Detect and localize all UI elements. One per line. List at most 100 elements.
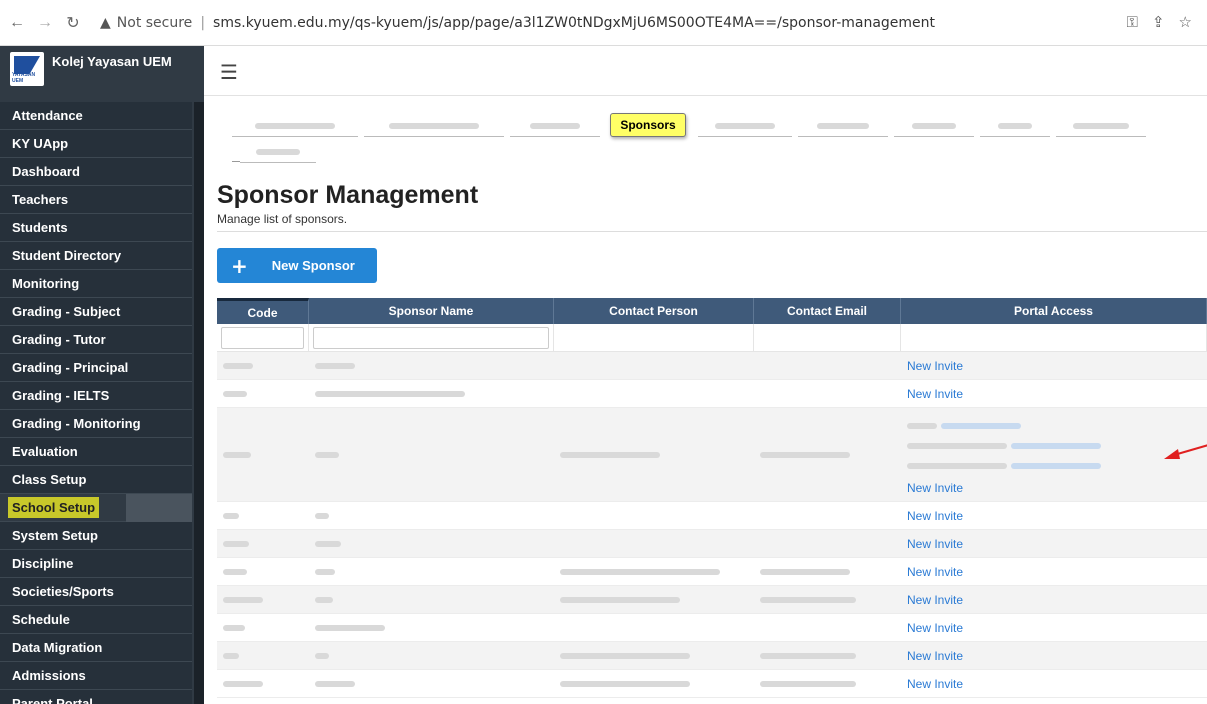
sidebar-item-label: Monitoring: [12, 276, 80, 291]
star-icon[interactable]: ☆: [1179, 13, 1192, 31]
tab-blurred[interactable]: [364, 115, 504, 137]
sidebar-item-societies-sports[interactable]: Societies/Sports: [0, 578, 192, 606]
sidebar-item-grading-principal[interactable]: Grading - Principal: [0, 354, 192, 382]
brand-name: Kolej Yayasan UEM: [52, 54, 172, 69]
sidebar-item-evaluation[interactable]: Evaluation: [0, 438, 192, 466]
table-cell: [554, 530, 754, 557]
table-cell: [217, 614, 309, 641]
table-cell: [554, 408, 754, 501]
new-invite-link[interactable]: New Invite: [907, 537, 963, 551]
tab-blurred[interactable]: [1056, 115, 1146, 137]
column-header-code[interactable]: Code: [217, 298, 309, 324]
page-subtitle: Manage list of sponsors.: [217, 212, 348, 226]
new-invite-link[interactable]: New Invite: [907, 621, 963, 635]
sidebar-item-grading-tutor[interactable]: Grading - Tutor: [0, 326, 192, 354]
new-invite-link[interactable]: New Invite: [907, 509, 963, 523]
key-icon[interactable]: ⚿: [1127, 13, 1138, 31]
table-cell: [309, 530, 554, 557]
back-arrow-icon[interactable]: ←: [6, 12, 28, 34]
sidebar-item-teachers[interactable]: Teachers: [0, 186, 192, 214]
sidebar-item-label: Parent Portal: [12, 696, 93, 704]
tab-blurred[interactable]: [510, 115, 600, 137]
sidebar-item-attendance[interactable]: Attendance: [0, 102, 192, 130]
tab-blurred[interactable]: [698, 115, 792, 137]
table-cell: [309, 352, 554, 379]
table-row[interactable]: New Invite: [217, 558, 1207, 586]
red-arrow-annotation: [1164, 444, 1207, 459]
sidebar-item-label: System Setup: [12, 528, 98, 543]
hamburger-menu-icon[interactable]: ☰: [220, 60, 238, 84]
sidebar-item-class-setup[interactable]: Class Setup: [0, 466, 192, 494]
tab-blurred[interactable]: [232, 115, 358, 137]
warning-icon[interactable]: ▲: [100, 15, 111, 31]
column-header-sponsor-name[interactable]: Sponsor Name: [309, 298, 554, 324]
tab-sponsors[interactable]: Sponsors: [610, 113, 686, 137]
code-filter-input[interactable]: [221, 327, 304, 349]
forward-arrow-icon[interactable]: →: [34, 12, 56, 34]
sidebar-item-dashboard[interactable]: Dashboard: [0, 158, 192, 186]
portal-access-cell: New Invite: [901, 380, 1207, 407]
sidebar-menu: Attendance KY UApp Dashboard Teachers Studen…: [0, 102, 204, 704]
sidebar-item-data-migration[interactable]: Data Migration: [0, 634, 192, 662]
sidebar-item-monitoring[interactable]: Monitoring: [0, 270, 192, 298]
table-cell: [309, 586, 554, 613]
security-label[interactable]: Not secure: [117, 15, 193, 31]
sidebar-item-schedule[interactable]: Schedule: [0, 606, 192, 634]
new-invite-link[interactable]: New Invite: [907, 593, 963, 607]
share-icon[interactable]: ⇪: [1152, 13, 1165, 31]
new-sponsor-button[interactable]: + New Sponsor: [217, 248, 377, 283]
table-row[interactable]: New Invite: [217, 408, 1207, 502]
table-row[interactable]: New Invite: [217, 380, 1207, 408]
table-row[interactable]: New Invite: [217, 530, 1207, 558]
sidebar-item-parent-portal[interactable]: Parent Portal: [0, 690, 192, 704]
sidebar-item-label: School Setup: [8, 497, 100, 518]
table-row[interactable]: New Invite: [217, 502, 1207, 530]
sidebar-item-grading-ielts[interactable]: Grading - IELTS: [0, 382, 192, 410]
sidebar-item-ky-uapp[interactable]: KY UApp: [0, 130, 192, 158]
sidebar-item-label: Students: [12, 220, 68, 235]
tab-blurred[interactable]: [980, 115, 1050, 137]
tab-blurred[interactable]: [798, 115, 888, 137]
table-cell: [309, 642, 554, 669]
new-invite-link[interactable]: New Invite: [907, 565, 963, 579]
sidebar-scrollbar[interactable]: [194, 102, 204, 704]
sidebar-item-grading-subject[interactable]: Grading - Subject: [0, 298, 192, 326]
new-sponsor-label: New Sponsor: [271, 258, 355, 273]
table-row[interactable]: New Invite: [217, 670, 1207, 698]
sidebar-item-label: Data Migration: [12, 640, 103, 655]
tab-blurred[interactable]: [240, 141, 316, 163]
portal-access-cell: New Invite: [901, 586, 1207, 613]
sidebar-item-grading-monitoring[interactable]: Grading - Monitoring: [0, 410, 192, 438]
main-content: Sponsors Sponsor Management Manage list …: [204, 97, 1207, 704]
sidebar: YAYASAN UEM Kolej Yayasan UEM Attendance…: [0, 46, 204, 704]
table-row[interactable]: New Invite: [217, 614, 1207, 642]
new-invite-link[interactable]: New Invite: [907, 387, 963, 401]
table-row[interactable]: New Invite: [217, 586, 1207, 614]
table-row[interactable]: New Invite: [217, 642, 1207, 670]
column-header-contact-person[interactable]: Contact Person: [554, 298, 754, 324]
sidebar-item-school-setup[interactable]: School Setup: [0, 494, 192, 522]
sidebar-item-admissions[interactable]: Admissions: [0, 662, 192, 690]
tab-blurred[interactable]: [894, 115, 974, 137]
column-header-portal-access[interactable]: Portal Access: [901, 298, 1207, 324]
sidebar-item-student-directory[interactable]: Student Directory: [0, 242, 192, 270]
table-cell: [754, 670, 901, 697]
new-invite-link[interactable]: New Invite: [907, 481, 963, 495]
sidebar-item-students[interactable]: Students: [0, 214, 192, 242]
sponsor-name-filter-input[interactable]: [313, 327, 549, 349]
address-bar[interactable]: ▲ Not secure | sms.kyuem.edu.my/qs-kyuem…: [100, 9, 1196, 37]
table-cell: [217, 642, 309, 669]
column-header-contact-email[interactable]: Contact Email: [754, 298, 901, 324]
table-row[interactable]: New Invite: [217, 352, 1207, 380]
brand[interactable]: YAYASAN UEM Kolej Yayasan UEM: [0, 46, 204, 102]
portal-access-cell: New Invite: [901, 642, 1207, 669]
table-cell: [754, 408, 901, 501]
url-text[interactable]: sms.kyuem.edu.my/qs-kyuem/js/app/page/a3…: [213, 15, 935, 31]
sidebar-item-discipline[interactable]: Discipline: [0, 550, 192, 578]
reload-icon[interactable]: ↻: [62, 12, 84, 34]
new-invite-link[interactable]: New Invite: [907, 359, 963, 373]
new-invite-link[interactable]: New Invite: [907, 677, 963, 691]
new-invite-link[interactable]: New Invite: [907, 649, 963, 663]
tab-bar: Sponsors: [204, 97, 1207, 175]
sidebar-item-system-setup[interactable]: System Setup: [0, 522, 192, 550]
